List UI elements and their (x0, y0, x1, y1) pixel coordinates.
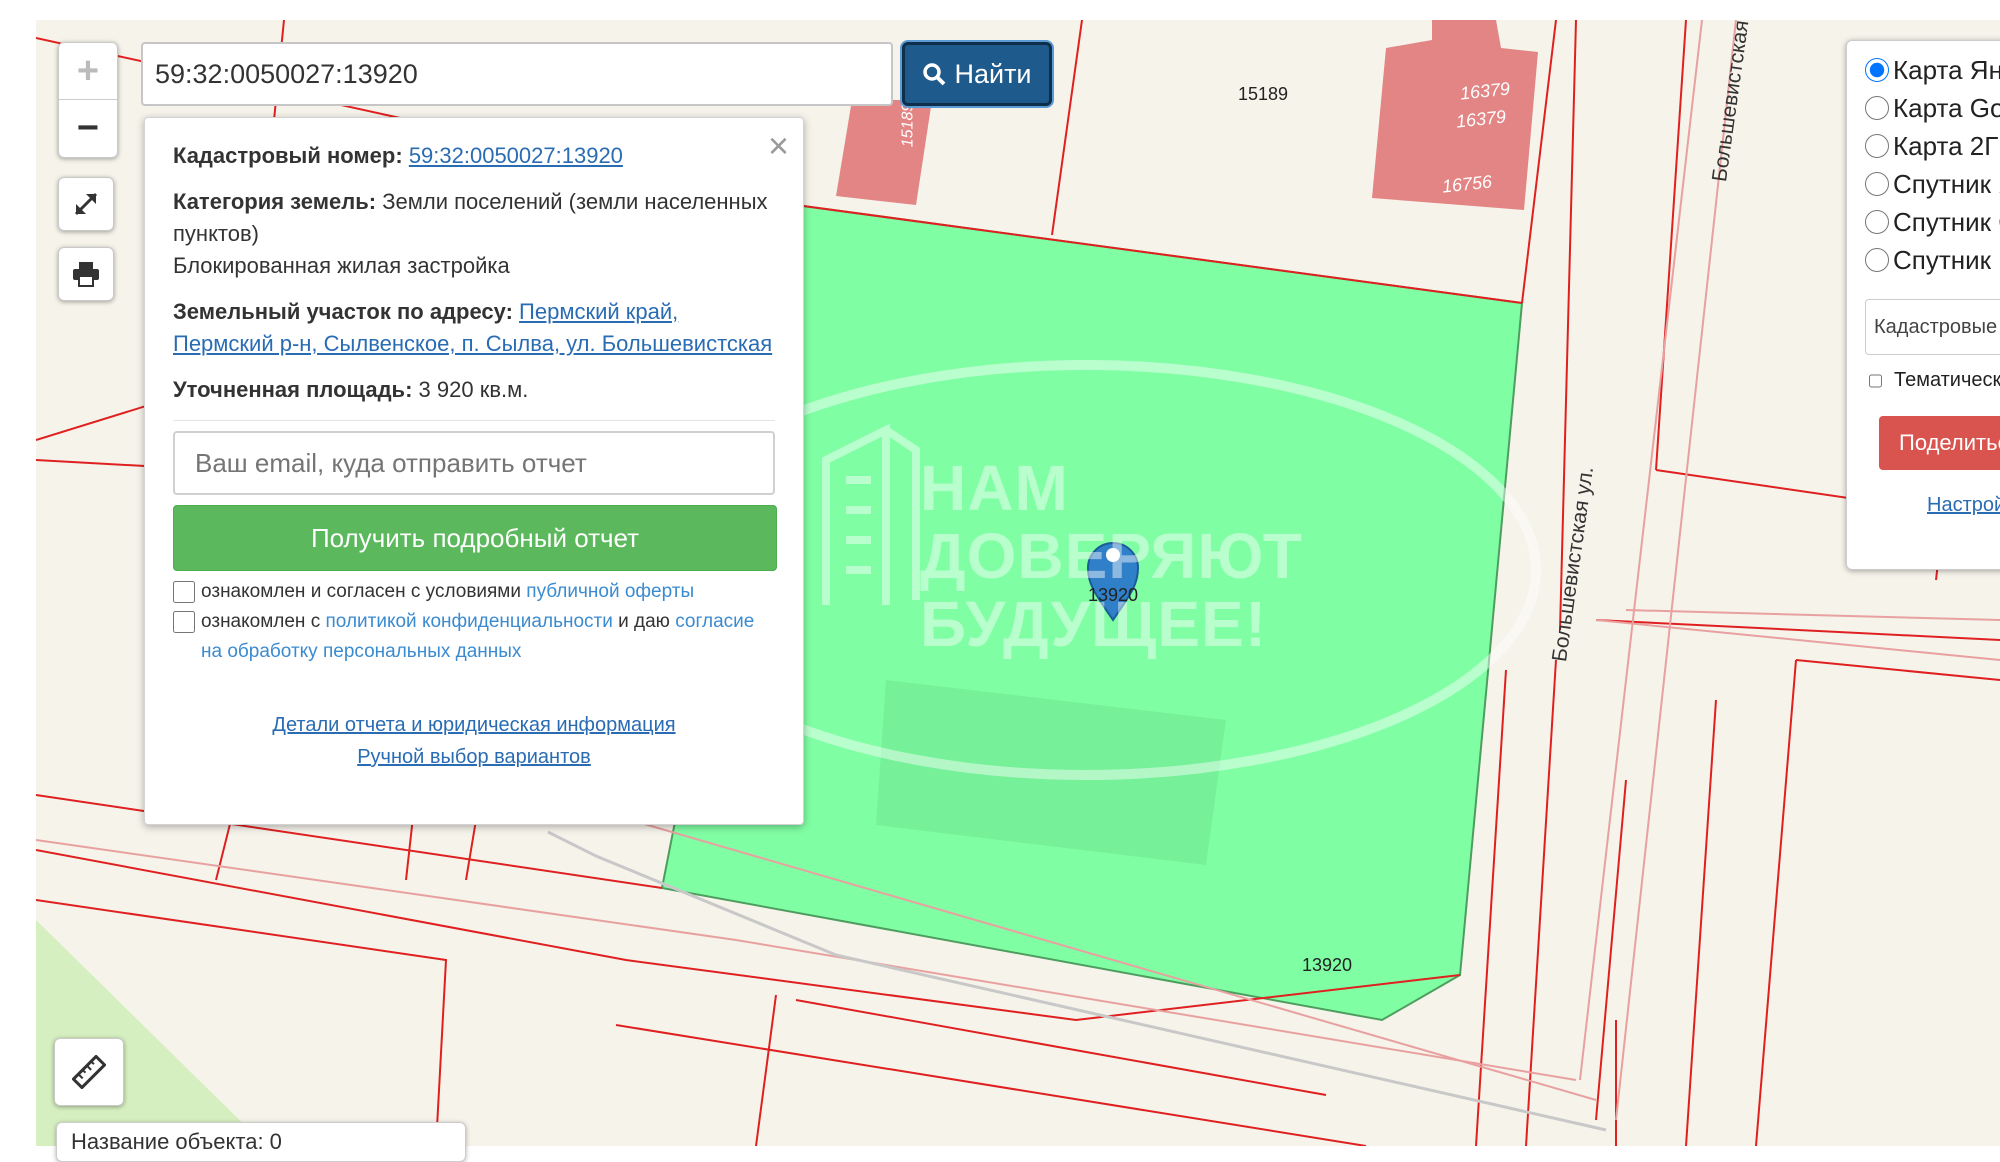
layer-option-label: Спутник Яндекс (1893, 168, 2000, 199)
area-value: 3 920 кв.м. (418, 377, 529, 402)
use-value: Блокированная жилая застройка (173, 253, 510, 278)
building-label: 15189 (899, 102, 917, 148)
cadastral-label: Кадастровый номер: (173, 143, 403, 168)
popup-links: Детали отчета и юридическая информация Р… (173, 709, 775, 773)
privacy-link[interactable]: политикой конфиденциальности (326, 611, 613, 632)
layer-radio[interactable] (1865, 210, 1889, 234)
layer-radio[interactable] (1865, 58, 1889, 82)
zoom-out-button[interactable]: − (59, 100, 117, 156)
category-row: Категория земель: Земли поселений (земли… (173, 186, 775, 282)
thematic-toggle: Тематические (1865, 369, 2000, 392)
expand-icon (74, 192, 98, 216)
settings-link[interactable]: Настройки (1927, 494, 2000, 517)
layer-option[interactable]: Спутник Esri (1865, 241, 2000, 279)
watermark-line-2: ДОВЕРЯЮТ (920, 520, 1303, 592)
zoom-control: + − (58, 42, 118, 158)
find-button-label: Найти (954, 58, 1032, 89)
area-label: Уточненная площадь: (173, 377, 413, 402)
bottom-info-bar: Название объекта: 0 (56, 1122, 466, 1162)
layer-radio[interactable] (1865, 96, 1889, 120)
watermark-line-1: НАМ (920, 452, 1069, 524)
search-input[interactable] (141, 42, 893, 106)
search-icon (923, 63, 946, 86)
layer-option[interactable]: Карта Яндекс (1865, 51, 2000, 89)
layer-radio[interactable] (1865, 134, 1889, 158)
layer-option-label: Карта 2ГИС (1893, 130, 2000, 161)
offer-text: ознакомлен и согласен с условиями (201, 581, 521, 602)
address-row: Земельный участок по адресу: Пермский кр… (173, 296, 775, 360)
email-input[interactable] (173, 431, 775, 495)
ruler-icon (72, 1055, 106, 1089)
layers-panel: Карта Яндекс Карта Google Карта 2ГИС Спу… (1846, 40, 2000, 570)
address-label: Земельный участок по адресу: (173, 299, 513, 324)
privacy-text: ознакомлен с (201, 611, 321, 632)
cadastral-row: Кадастровый номер: 59:32:0050027:13920 (173, 140, 775, 172)
offer-link[interactable]: публичной оферты (526, 581, 694, 602)
plot-label: 13920 (1088, 585, 1139, 605)
area-row: Уточненная площадь: 3 920 кв.м. (173, 374, 775, 406)
layer-option-label: Карта Google (1893, 92, 2000, 123)
printer-icon (73, 262, 99, 287)
category-label: Категория земель: (173, 189, 377, 214)
building-15189 (836, 100, 932, 205)
plot-label: 13920 (1302, 955, 1353, 975)
offer-checkbox[interactable] (173, 581, 195, 603)
privacy-text-2: и даю (618, 611, 670, 632)
ruler-button[interactable] (54, 1038, 124, 1106)
layer-option-label: Карта Яндекс (1893, 54, 2000, 85)
share-button[interactable]: Поделиться (1879, 416, 2000, 470)
offer-consent-text: ознакомлен и согласен с условиями публич… (201, 577, 694, 607)
cadastral-link[interactable]: 59:32:0050027:13920 (409, 143, 623, 168)
green-zone (36, 920, 266, 1146)
layer-option[interactable]: Карта 2ГИС (1865, 127, 2000, 165)
privacy-checkbox[interactable] (173, 611, 195, 633)
details-link[interactable]: Детали отчета и юридическая информация (272, 709, 675, 741)
layer-option[interactable]: Карта Google (1865, 89, 2000, 127)
plot-info-popup: × Кадастровый номер: 59:32:0050027:13920… (144, 117, 804, 825)
layer-radio[interactable] (1865, 172, 1889, 196)
privacy-consent: ознакомлен с политикой конфиденциальност… (173, 607, 775, 667)
get-report-button[interactable]: Получить подробный отчет (173, 505, 777, 571)
layer-option-label: Спутник Google (1893, 206, 2000, 237)
print-button[interactable] (58, 247, 114, 301)
divider (173, 420, 775, 421)
thematic-label: Тематические (1894, 369, 2000, 391)
layer-option-label: Спутник Esri (1893, 244, 2000, 275)
thematic-checkbox[interactable] (1869, 369, 1882, 392)
zoom-in-button[interactable]: + (59, 43, 117, 100)
layer-option[interactable]: Спутник Google (1865, 203, 2000, 241)
fullscreen-button[interactable] (58, 177, 114, 231)
manual-select-link[interactable]: Ручной выбор вариантов (357, 741, 591, 773)
cadastral-layer-select[interactable]: Кадастровые участки (1865, 299, 2000, 355)
privacy-consent-text: ознакомлен с политикой конфиденциальност… (201, 607, 775, 667)
plot-label: 15189 (1238, 84, 1289, 104)
offer-consent: ознакомлен и согласен с условиями публич… (173, 577, 775, 607)
close-icon[interactable]: × (768, 128, 789, 164)
find-button[interactable]: Найти (902, 42, 1052, 106)
layer-option[interactable]: Спутник Яндекс (1865, 165, 2000, 203)
layer-radio[interactable] (1865, 248, 1889, 272)
